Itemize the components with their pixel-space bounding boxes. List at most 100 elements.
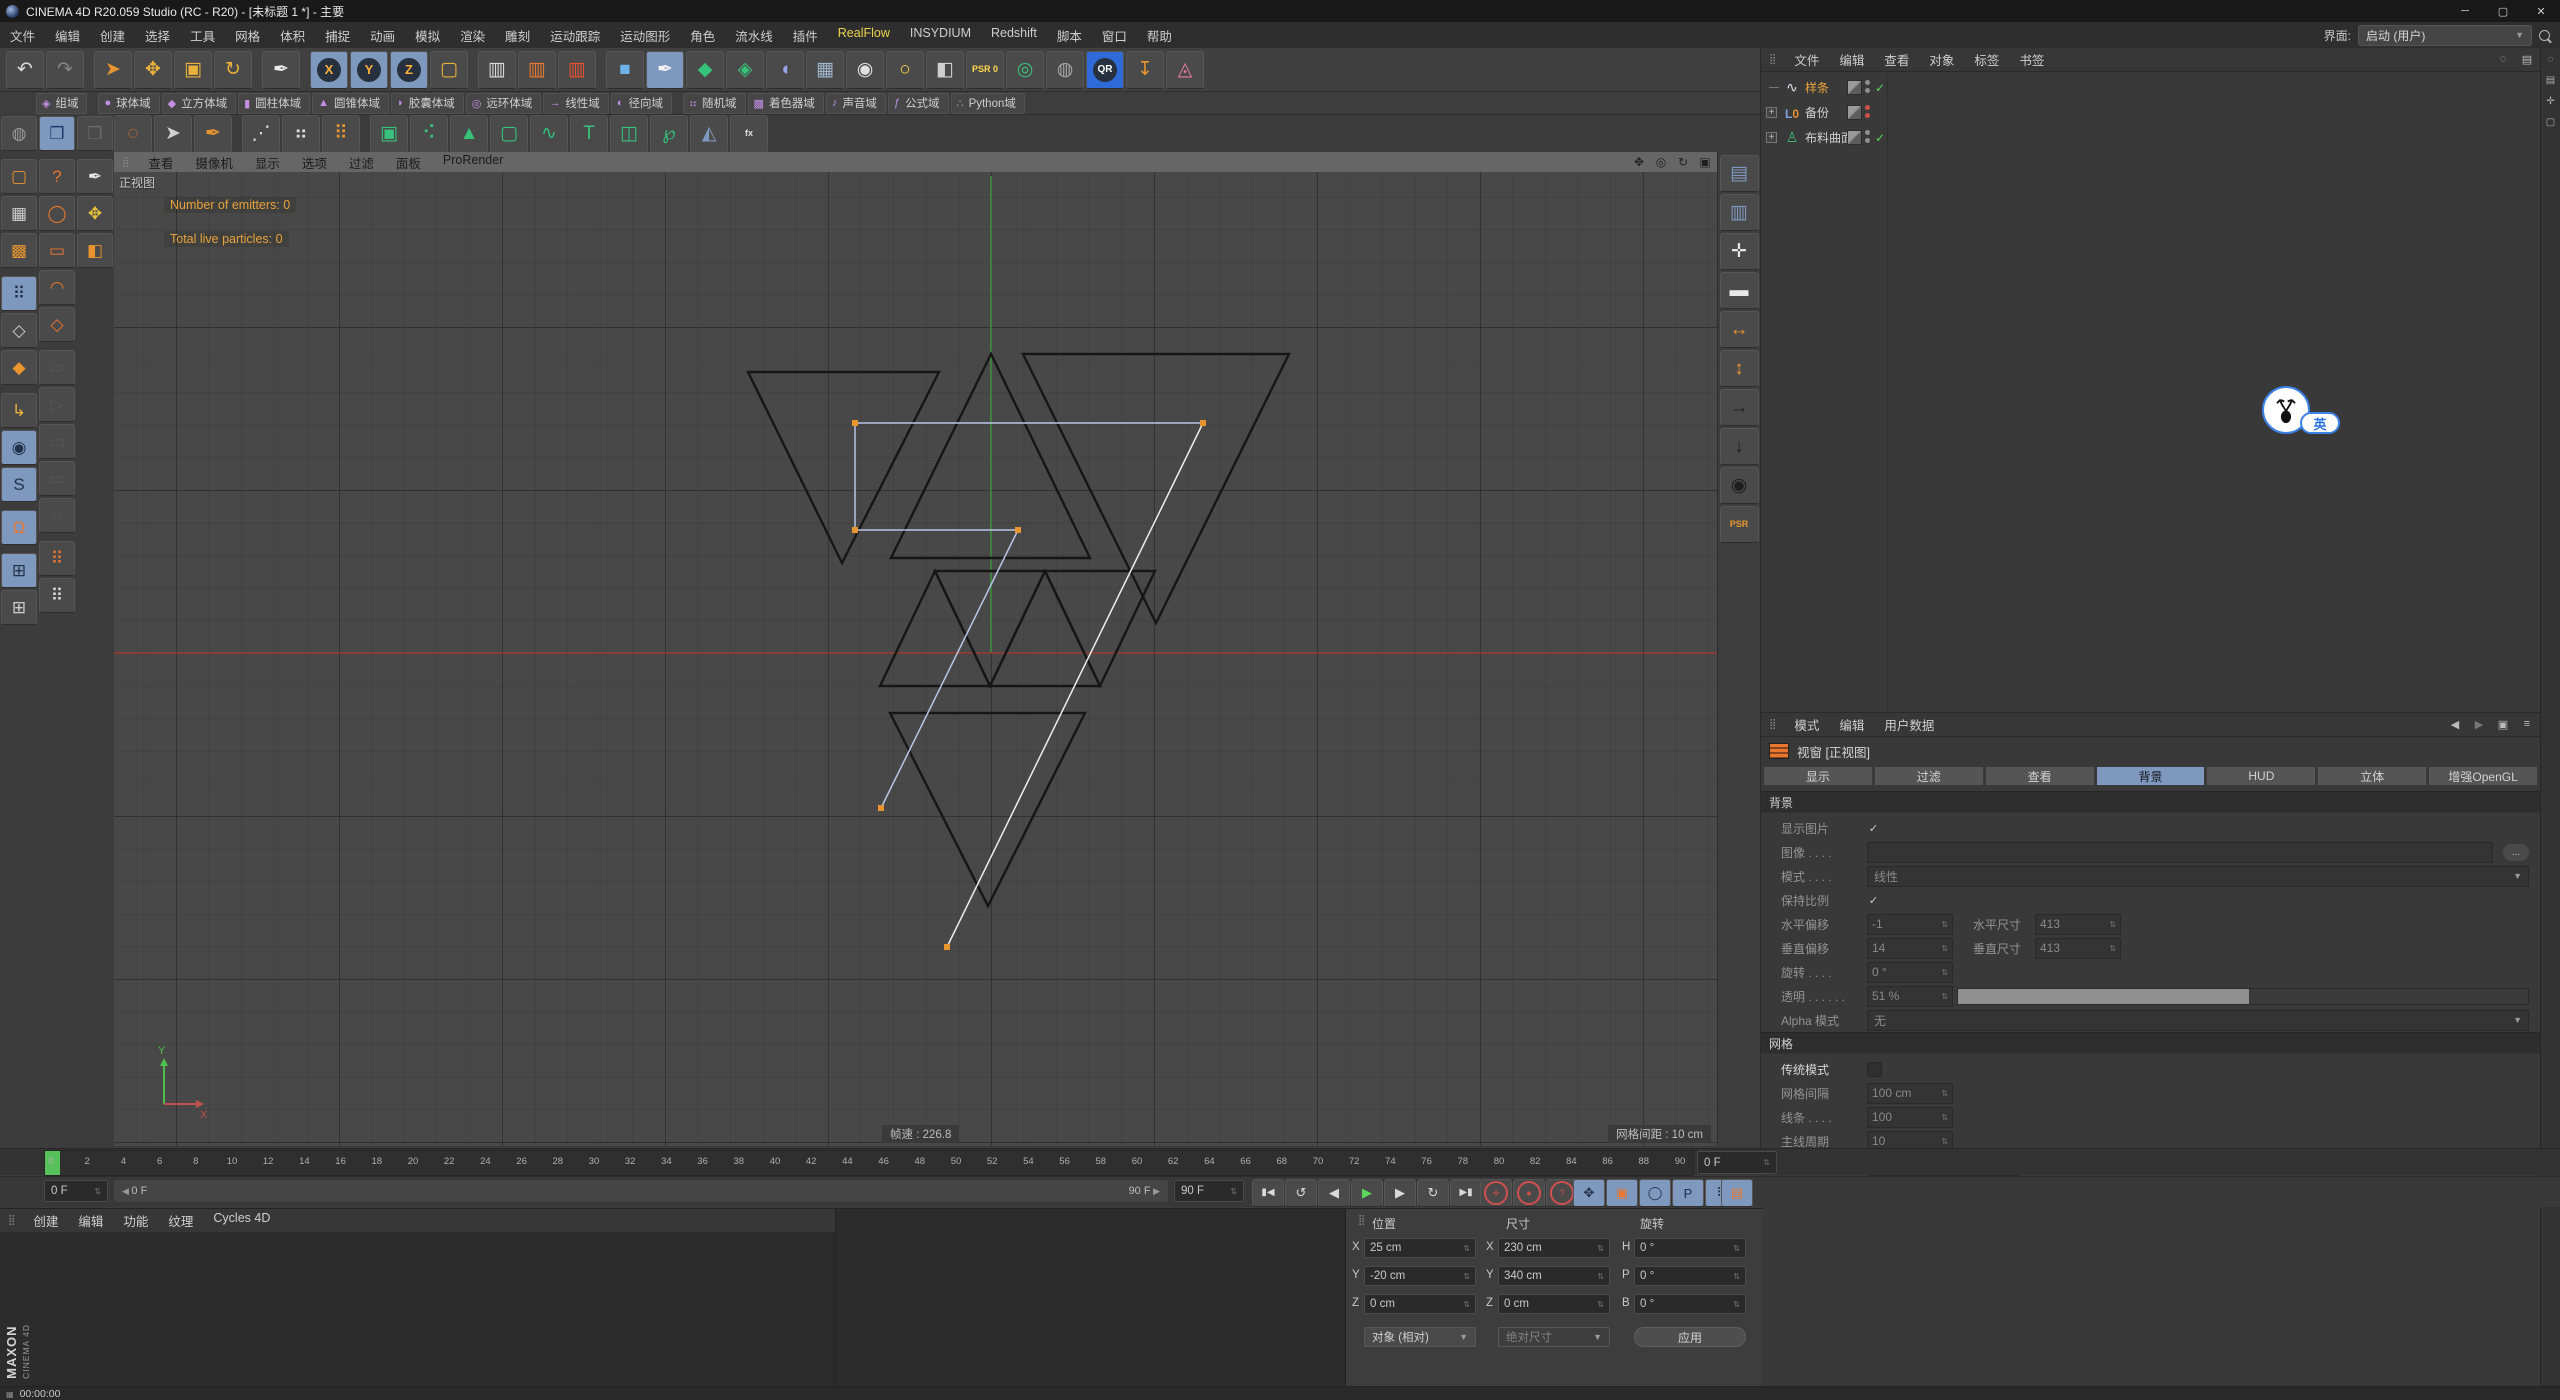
axis-lock-z-icon[interactable]: Z (390, 51, 428, 89)
tab-背景[interactable]: 背景 (2096, 766, 2206, 786)
add-deformer-icon[interactable]: ◈ (726, 51, 764, 89)
menu-文件[interactable]: 文件 (0, 26, 45, 45)
add-array-icon[interactable]: ▦ (806, 51, 844, 89)
interface-select[interactable]: 启动 (用户) ▼ (2358, 25, 2532, 46)
redo-icon[interactable]: ↷ (46, 51, 84, 89)
tab-增强OpenGL[interactable]: 增强OpenGL (2428, 766, 2538, 786)
align-vertical-icon[interactable]: ▤ (1720, 155, 1759, 192)
menu-Redshift[interactable]: Redshift (981, 26, 1047, 45)
coordinate-system-icon[interactable]: ▢ (430, 51, 468, 89)
visibility-dots[interactable] (1865, 80, 1870, 93)
menu-创建[interactable]: 创建 (23, 1211, 68, 1230)
size-z-field[interactable]: 0 cm⇅ (1498, 1294, 1610, 1314)
menu-角色[interactable]: 角色 (680, 26, 725, 45)
field-组域[interactable]: ◈组域 (36, 93, 87, 114)
menu-脚本[interactable]: 脚本 (1047, 26, 1092, 45)
palette-orange-dots-icon[interactable]: ⠿ (39, 541, 75, 576)
pen-tool-icon[interactable]: ✒ (77, 159, 113, 194)
om-search-icon[interactable]: ◌ (2495, 51, 2511, 67)
menu-查看[interactable]: 查看 (137, 153, 184, 172)
live-select-circle-icon[interactable]: ◯ (39, 196, 75, 231)
menu-流水线[interactable]: 流水线 (725, 26, 783, 45)
simulation-icon[interactable]: S (1, 467, 37, 502)
field-球体域[interactable]: ●球体域 (98, 93, 159, 114)
sphere-mesh-icon[interactable]: ◍ (1046, 51, 1084, 89)
maximize-button[interactable]: ▢ (2484, 0, 2522, 22)
text-tool-icon[interactable]: T (570, 115, 608, 153)
disabled-op-2-icon[interactable]: ▷ (39, 387, 75, 422)
spread-horizontal-icon[interactable]: ↔ (1720, 311, 1759, 348)
field-线性域[interactable]: →线性域 (543, 93, 609, 114)
rot-p-field[interactable]: 0 °⇅ (1634, 1266, 1746, 1286)
tab-HUD[interactable]: HUD (2206, 766, 2316, 786)
snap-icon[interactable]: Ω (1, 510, 37, 545)
menu-编辑[interactable]: 编辑 (1829, 715, 1874, 734)
menu-捕捉[interactable]: 捕捉 (315, 26, 360, 45)
minimize-button[interactable]: ─ (2446, 0, 2484, 22)
object-row-布料曲面[interactable]: +♙布料曲面✓ (1761, 125, 2541, 150)
current-frame-box[interactable]: 0 F ⇅ (1697, 1151, 1777, 1174)
timeline-ruler[interactable]: 0246810121416182022242628303234363840424… (44, 1150, 1694, 1176)
menu-体积[interactable]: 体积 (270, 26, 315, 45)
add-light-icon[interactable]: ○ (886, 51, 924, 89)
deselect-points-icon[interactable]: ◌ (114, 115, 152, 153)
render-view-icon[interactable]: ▥ (478, 51, 516, 89)
ornament-spline-icon[interactable]: ℘ (650, 115, 688, 153)
value-field[interactable]: 100 cm⇅ (1867, 1083, 1953, 1104)
panel-icon[interactable]: ▢ (2543, 115, 2558, 130)
menu-窗口[interactable]: 窗口 (1092, 26, 1137, 45)
psr-icon[interactable]: PSR 0 (966, 51, 1004, 89)
field-Python域[interactable]: ∴Python域 (951, 93, 1025, 114)
object-row-样条[interactable]: ∿样条✓ (1761, 75, 2541, 100)
dropdown[interactable]: 线性▼ (1867, 866, 2529, 887)
range-scrubber[interactable]: ◀ 0 F 90 F ▶ (114, 1180, 1168, 1202)
spline-cube-icon[interactable]: ∿ (530, 115, 568, 153)
psr-link-icon[interactable]: PSR (1720, 506, 1759, 543)
field-立方体域[interactable]: ◆立方体域 (162, 93, 236, 114)
add-spline-icon[interactable]: ✒ (646, 51, 684, 89)
value-field[interactable]: 14⇅ (1867, 938, 1953, 959)
spline-pen-icon[interactable]: ✒ (194, 115, 232, 153)
active-cubes-icon[interactable]: ❒ (39, 116, 75, 151)
spread-vertical-icon[interactable]: ↕ (1720, 350, 1759, 387)
spline-arrow-icon[interactable]: ➤ (154, 115, 192, 153)
tab-显示[interactable]: 显示 (1763, 766, 1873, 786)
object-name[interactable]: 备份 (1805, 104, 1829, 121)
menu-用户数据[interactable]: 用户数据 (1874, 715, 1944, 734)
rot-b-field[interactable]: 0 °⇅ (1634, 1294, 1746, 1314)
search-icon[interactable] (2539, 30, 2550, 41)
menu-选择[interactable]: 选择 (135, 26, 180, 45)
disabled-op-5-icon[interactable]: ◌ (39, 498, 75, 533)
drag-handle-icon[interactable]: ⣿ (0, 1215, 23, 1226)
menu-显示[interactable]: 显示 (244, 153, 291, 172)
clone-points-icon[interactable]: ⠪ (410, 115, 448, 153)
menu-帮助[interactable]: 帮助 (1137, 26, 1182, 45)
axis-mode-icon[interactable]: ↳ (1, 393, 37, 428)
layer-chip[interactable] (1847, 130, 1862, 145)
tab-查看[interactable]: 查看 (1985, 766, 2095, 786)
add-field-obj-icon[interactable]: ◖ (766, 51, 804, 89)
autokey-icon[interactable]: ● (1513, 1179, 1545, 1207)
value-field[interactable]: 413⇅ (2035, 938, 2121, 959)
field-声音域[interactable]: ♪声音域 (826, 93, 886, 114)
add-generator-icon[interactable]: ◆ (686, 51, 724, 89)
rotate-icon[interactable]: ↻ (214, 51, 252, 89)
menu-雕刻[interactable]: 雕刻 (495, 26, 540, 45)
close-button[interactable]: ✕ (2522, 0, 2560, 22)
render-queue-icon[interactable]: ▥ (558, 51, 596, 89)
layout-icon[interactable]: ▤ (2543, 73, 2558, 88)
globe-icon[interactable]: ◍ (1, 116, 37, 151)
menu-编辑[interactable]: 编辑 (68, 1211, 113, 1230)
disabled-op-4-icon[interactable]: ▭ (39, 461, 75, 496)
am-forward-icon[interactable]: ▶ (2471, 716, 2487, 732)
character-icon[interactable]: ◬ (1166, 51, 1204, 89)
extrude-icon[interactable]: ▲ (450, 115, 488, 153)
value-field[interactable]: -1⇅ (1867, 914, 1953, 935)
menu-标签[interactable]: 标签 (1964, 50, 2009, 69)
am-settings-icon[interactable]: ≡ (2519, 716, 2535, 732)
pan-view-icon[interactable]: ✥ (1631, 154, 1647, 170)
visibility-dots[interactable] (1865, 105, 1870, 118)
undo-icon[interactable]: ↶ (6, 51, 44, 89)
points-mode-icon[interactable]: ⠿ (1, 276, 37, 311)
frame-start-field[interactable]: 0 F⇅ (44, 1180, 108, 1202)
